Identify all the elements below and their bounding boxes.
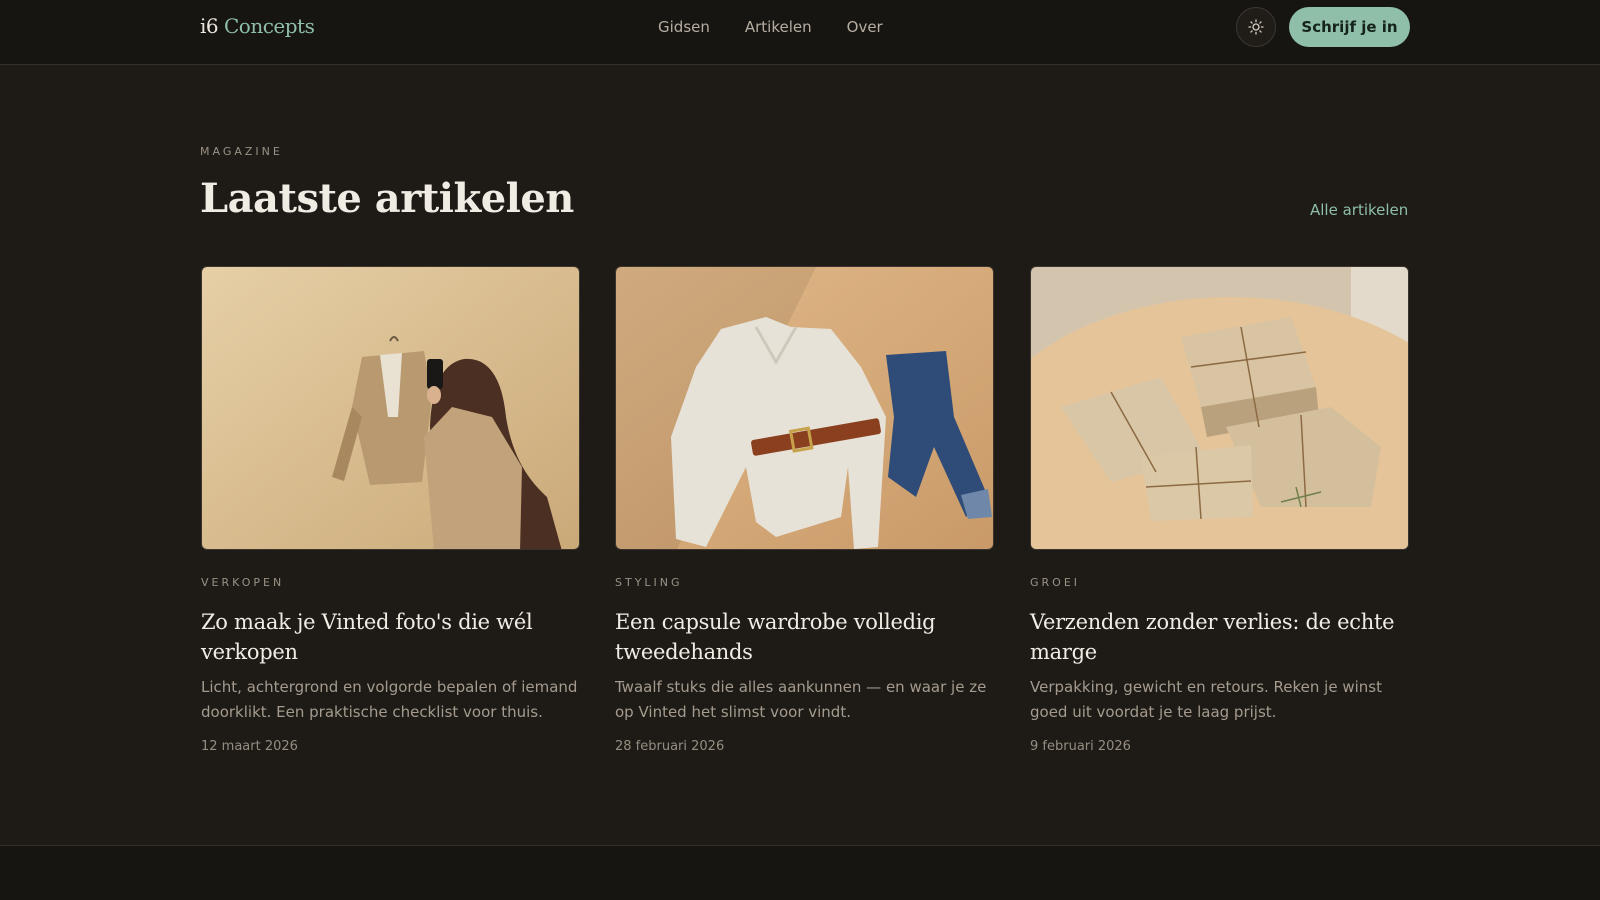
article-excerpt: Licht, achtergrond en volgorde bepalen o… xyxy=(201,678,578,721)
logo-mark: i6 xyxy=(200,14,219,38)
footer xyxy=(0,845,1600,900)
top-navigation-bar: i6 Concepts Gidsen Artikelen Over Schrij… xyxy=(0,0,1600,65)
section-eyebrow: MAGAZINE xyxy=(200,145,283,158)
nav-link-artikelen[interactable]: Artikelen xyxy=(745,18,812,36)
article-date: 12 maart 2026 xyxy=(201,739,298,754)
sun-icon xyxy=(1248,19,1264,35)
article-title[interactable]: Verzenden zonder verlies: de echte marge xyxy=(1030,607,1409,667)
article-category: VERKOPEN xyxy=(201,576,285,589)
article-image[interactable] xyxy=(1030,266,1409,550)
article-excerpt: Twaalf stuks die alles aankunnen — en wa… xyxy=(615,678,987,721)
article-title[interactable]: Een capsule wardrobe volledig tweedehand… xyxy=(615,607,994,667)
section-title: Laatste artikelen xyxy=(200,175,574,222)
logo-wordmark: Concepts xyxy=(218,14,315,38)
nav-link-over[interactable]: Over xyxy=(847,18,883,36)
article-category: GROEI xyxy=(1030,576,1081,589)
article-excerpt: Verpakking, gewicht en retours. Reken je… xyxy=(1030,678,1382,721)
site-logo[interactable]: i6 Concepts xyxy=(200,14,315,38)
subscribe-button[interactable]: Schrijf je in xyxy=(1289,7,1410,47)
article-image[interactable] xyxy=(615,266,994,550)
main-nav: Gidsen Artikelen Over xyxy=(658,18,883,36)
all-articles-link[interactable]: Alle artikelen xyxy=(1310,201,1408,219)
theme-toggle-button[interactable] xyxy=(1236,7,1276,47)
article-date: 28 februari 2026 xyxy=(615,739,725,754)
article-image[interactable] xyxy=(201,266,580,550)
article-category: STYLING xyxy=(615,576,683,589)
nav-link-gidsen[interactable]: Gidsen xyxy=(658,18,710,36)
article-card[interactable]: STYLING Een capsule wardrobe volledig tw… xyxy=(615,266,994,754)
article-title[interactable]: Zo maak je Vinted foto's die wél verkope… xyxy=(201,607,580,667)
article-card[interactable]: VERKOPEN Zo maak je Vinted foto's die wé… xyxy=(201,266,580,754)
article-card[interactable]: GROEI Verzenden zonder verlies: de echte… xyxy=(1030,266,1409,754)
article-date: 9 februari 2026 xyxy=(1030,739,1131,754)
